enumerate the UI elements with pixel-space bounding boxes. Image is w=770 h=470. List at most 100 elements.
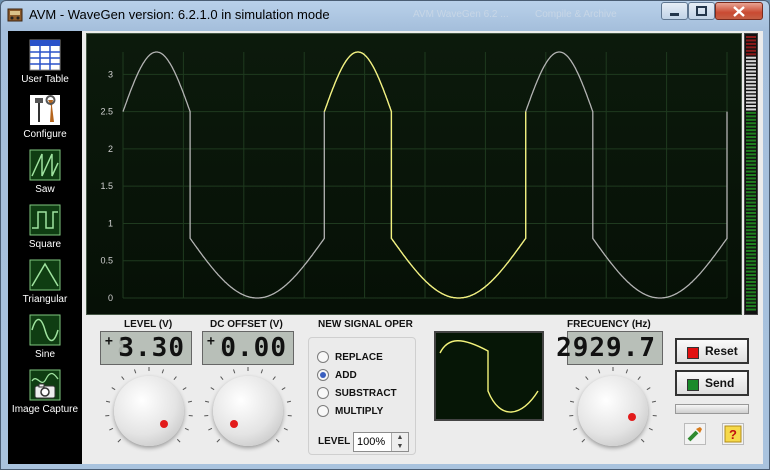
radio-circle-selected[interactable]: [317, 369, 329, 381]
meter-segment: [746, 42, 756, 45]
dial-tick: [161, 369, 165, 374]
dial-tick: [111, 387, 116, 391]
dial-tick: [569, 400, 575, 403]
meter-segment: [746, 284, 756, 287]
dial-tick: [184, 427, 189, 431]
send-label: Send: [705, 376, 735, 390]
stepper-arrows[interactable]: ▲ ▼: [391, 433, 408, 451]
dial-tick: [575, 387, 580, 391]
dial-tick: [597, 369, 601, 374]
y-tick-label: 0.5: [100, 256, 113, 266]
reset-label: Reset: [705, 344, 738, 358]
radio-circle[interactable]: [317, 405, 329, 417]
meter-segment: [746, 91, 756, 94]
square-tool[interactable]: Square: [8, 204, 82, 250]
knob-indicator: [160, 420, 168, 428]
dial-tick: [109, 427, 114, 431]
wrench-icon: [687, 427, 702, 442]
meter-segment: [746, 308, 756, 311]
send-button[interactable]: Send: [675, 370, 749, 396]
meter-segment: [746, 56, 756, 59]
tool-label: Configure: [23, 129, 67, 140]
meter-segment: [746, 274, 756, 277]
tool-label: Sine: [34, 349, 55, 360]
y-tick-label: 1: [108, 218, 113, 228]
meter-segment: [746, 243, 756, 245]
meter-segment: [746, 118, 756, 121]
meter-segment: [746, 177, 756, 180]
radio-add[interactable]: ADD: [317, 367, 357, 383]
sine-wave-icon: [29, 314, 61, 346]
meter-segment: [746, 211, 756, 214]
tool-label: Triangular: [22, 294, 68, 305]
meter-segment: [746, 294, 756, 297]
operation-level-stepper[interactable]: ▲ ▼: [353, 432, 409, 452]
configure-tool[interactable]: Configure: [8, 94, 82, 140]
meter-segment: [746, 153, 756, 156]
meter-segment: [746, 101, 756, 104]
radio-replace[interactable]: REPLACE: [317, 349, 383, 365]
close-button[interactable]: [715, 2, 763, 20]
frequency-display: 2929.7: [556, 331, 663, 365]
dial-tick: [210, 387, 215, 391]
meter-segment: [746, 70, 756, 73]
meter-segment: [746, 84, 756, 87]
dial-tick: [232, 369, 236, 374]
meter-segment: [746, 298, 756, 301]
operation-level-label: LEVEL: [318, 436, 351, 447]
maximize-button[interactable]: [688, 2, 715, 20]
radio-substract[interactable]: SUBSTRACT: [317, 385, 397, 401]
saw-tool[interactable]: Saw: [8, 149, 82, 195]
meter-segment: [746, 270, 756, 273]
meter-segment: [746, 105, 756, 107]
dc-offset-caption: DC OFFSET (V): [210, 319, 283, 330]
radio-circle[interactable]: [317, 351, 329, 363]
background-window-title: Compile & Archive: [535, 9, 617, 20]
square-wave-icon: [29, 204, 61, 236]
triangular-tool[interactable]: Triangular: [8, 259, 82, 305]
level-knob[interactable]: [114, 376, 184, 446]
title-bar[interactable]: AVM - WaveGen version: 6.2.1.0 in simula…: [1, 1, 769, 31]
level-sign: +: [105, 334, 113, 349]
level-meter: [744, 33, 758, 315]
image-capture-tool[interactable]: Image Capture: [8, 369, 82, 415]
meter-segment: [746, 108, 756, 111]
tool-label: User Table: [21, 74, 69, 85]
meter-segment: [746, 239, 756, 242]
dial-tick: [133, 369, 137, 374]
meter-segment: [746, 205, 756, 208]
frequency-knob[interactable]: [578, 376, 648, 446]
meter-segment: [746, 184, 756, 187]
meter-segment: [746, 46, 756, 49]
maximize-icon: [696, 6, 707, 16]
chevron-up-icon[interactable]: ▲: [392, 433, 408, 442]
dc-offset-value: 0.00: [220, 333, 287, 363]
meter-segment: [746, 201, 756, 204]
dial-tick: [637, 376, 641, 381]
sine-tool[interactable]: Sine: [8, 314, 82, 360]
meter-segment: [746, 287, 756, 290]
minimize-button[interactable]: [661, 2, 688, 20]
meter-segment: [746, 291, 756, 294]
knob-indicator: [628, 413, 636, 421]
meter-segment: [746, 301, 756, 304]
help-button[interactable]: ?: [722, 423, 744, 445]
frequency-value: 2929.7: [556, 333, 656, 363]
meter-segment: [746, 115, 756, 118]
dial-tick: [585, 376, 589, 381]
reset-button[interactable]: Reset: [675, 338, 749, 364]
dial-tick: [286, 400, 292, 403]
dial-tick: [204, 400, 210, 403]
meter-segment: [746, 187, 756, 190]
radio-circle[interactable]: [317, 387, 329, 399]
y-tick-label: 2.5: [100, 107, 113, 117]
meter-segment: [746, 149, 756, 152]
radio-multiply[interactable]: MULTIPLY: [317, 403, 383, 419]
operation-level-input[interactable]: [354, 433, 396, 451]
user-table-tool[interactable]: User Table: [8, 39, 82, 85]
tools-button[interactable]: [684, 423, 706, 445]
dc-offset-knob[interactable]: [213, 376, 283, 446]
chevron-down-icon[interactable]: ▼: [392, 442, 408, 451]
generator-panel: 0 0.5 1 1.5 2 2.5 3 LEVEL (V) + 8 3.30 DC OFFS…: [82, 31, 763, 464]
frequency-caption: FRECUENCY (Hz): [567, 319, 651, 330]
